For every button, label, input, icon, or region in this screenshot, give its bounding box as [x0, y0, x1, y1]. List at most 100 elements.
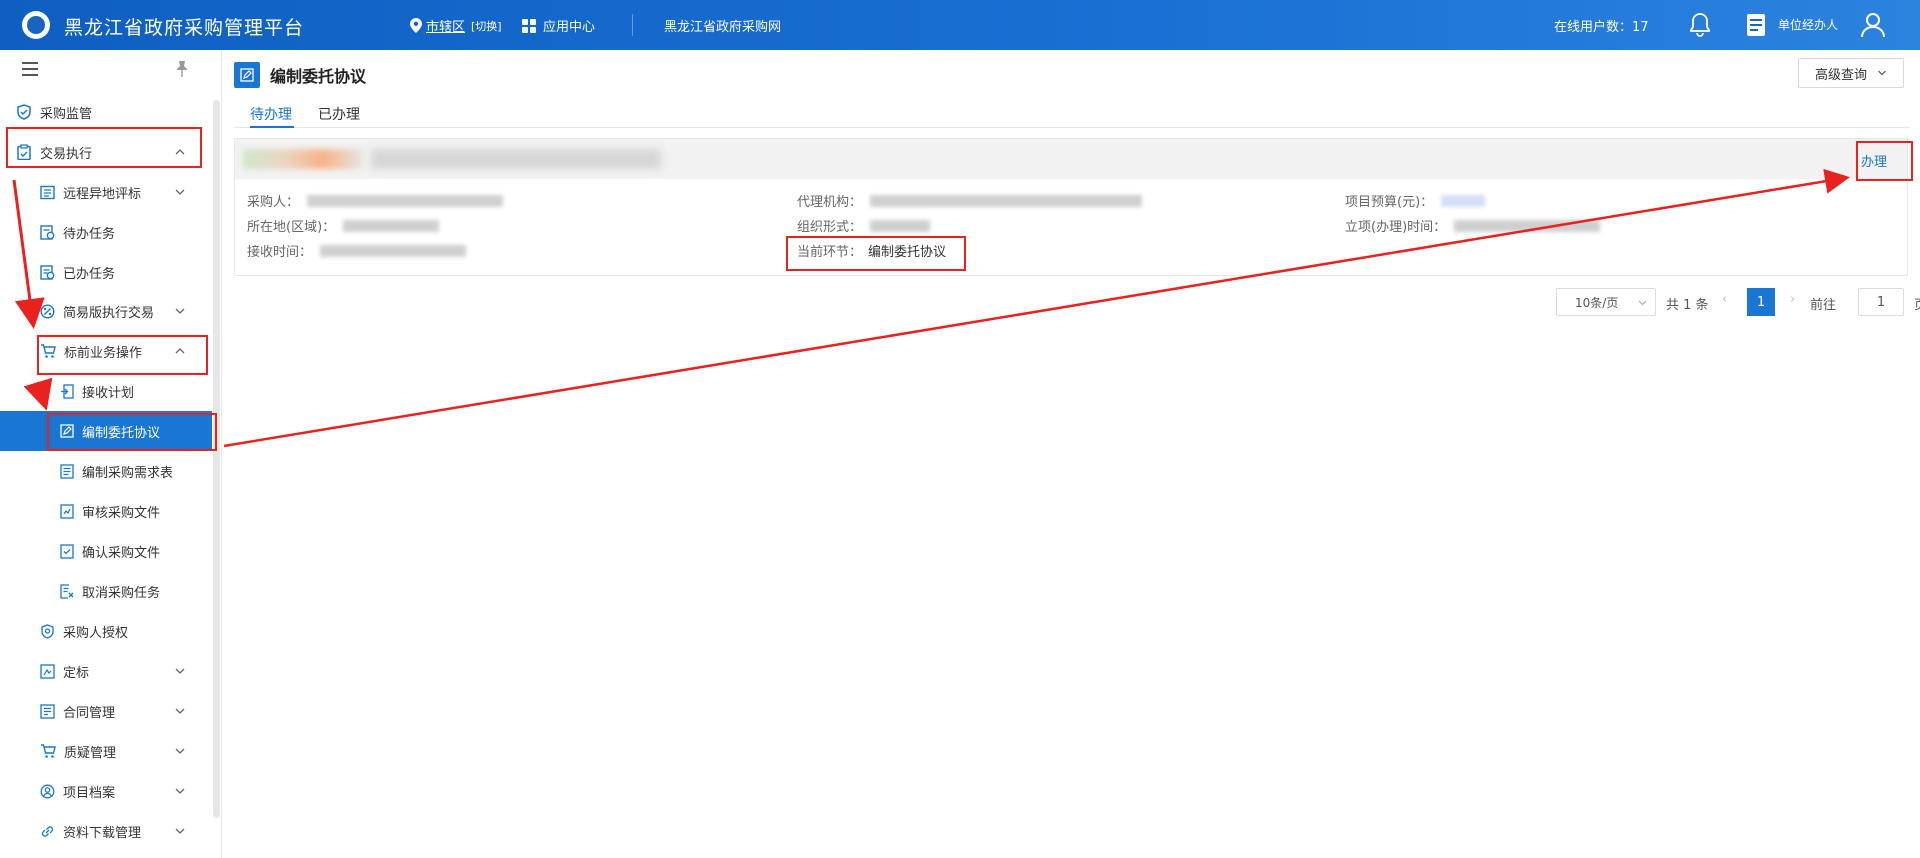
region-selector[interactable]: 市辖区 [切换] [410, 16, 502, 35]
sidebar-item-label: 远程异地评标 [63, 186, 142, 202]
redacted-value [320, 244, 467, 257]
page-number-button[interactable]: 1 [1747, 288, 1775, 316]
page-size-value: 10条/页 [1575, 295, 1619, 310]
sidebar-item-audit-files[interactable]: 审核采购文件 [0, 491, 212, 531]
menu-toggle-icon[interactable] [22, 62, 38, 76]
sidebar-item-label: 取消采购任务 [82, 585, 161, 601]
sidebar-item-label: 已办任务 [63, 266, 116, 282]
prev-page-button[interactable]: ‹ [1722, 292, 1727, 307]
total-count: 共 1 条 [1666, 298, 1709, 313]
page-unit-label: 页 [1914, 294, 1920, 313]
unit-manager-label[interactable]: 单位经办人 [1778, 16, 1838, 33]
todo-icon [40, 224, 55, 240]
list-icon [40, 185, 55, 199]
sidebar-item-label: 待办任务 [63, 226, 116, 242]
location-label: 所在地(区域)： [247, 220, 336, 235]
pin-icon[interactable] [174, 60, 190, 78]
procurement-net-link[interactable]: 黑龙江省政府采购网 [664, 16, 781, 35]
sidebar-item-done-tasks[interactable]: 已办任务 [0, 252, 212, 292]
project-time-field: 立项(办理)时间： [1345, 216, 1601, 235]
sidebar-item-label: 审核采购文件 [82, 505, 161, 521]
sidebar-item-purchaser-auth[interactable]: 采购人授权 [0, 611, 212, 651]
tab-processed[interactable]: 已办理 [318, 104, 360, 124]
current-step-field: 当前环节： 编制委托协议 [797, 241, 946, 260]
chevron-down-icon [1638, 300, 1647, 306]
chevron-down-icon [175, 189, 185, 195]
chevron-up-icon [175, 149, 185, 155]
chevron-down-icon [175, 788, 185, 794]
user-icon[interactable] [1860, 12, 1886, 38]
form-icon [60, 463, 74, 479]
next-page-button[interactable]: › [1790, 292, 1795, 307]
region-switch-link[interactable]: [切换] [471, 18, 502, 34]
app-title: 黑龙江省政府采购管理平台 [64, 17, 305, 39]
annotation-arrows [12, 168, 1850, 448]
sidebar-item-label: 合同管理 [63, 705, 116, 721]
advanced-search-button[interactable]: 高级查询 [1798, 58, 1904, 88]
location-pin-icon [410, 18, 422, 33]
budget-field: 项目预算(元)： [1345, 191, 1486, 210]
sidebar-item-purchase-supervision[interactable]: 采购监管 [0, 92, 212, 132]
chevron-down-icon [175, 668, 185, 674]
sidebar-item-label: 交易执行 [40, 146, 93, 162]
page-header: 编制委托协议 [234, 60, 366, 90]
sidebar-item-label: 编制采购需求表 [82, 465, 174, 481]
sidebar-item-download-management[interactable]: 资料下载管理 [0, 811, 212, 851]
sidebar-item-receive-plan[interactable]: 接收计划 [0, 371, 212, 411]
sidebar-item-label: 采购人授权 [63, 625, 129, 641]
redacted-project-name [243, 149, 363, 169]
sidebar-item-award[interactable]: 定标 [0, 651, 212, 691]
percent-icon [40, 303, 55, 319]
shield-icon [17, 104, 31, 120]
edit-icon [234, 62, 260, 88]
redacted-value [870, 194, 1143, 207]
purchaser-field: 采购人： [247, 191, 504, 210]
cart-icon [41, 343, 56, 358]
sidebar-item-label: 确认采购文件 [82, 545, 161, 561]
sidebar-item-draft-agreement[interactable]: 编制委托协议 [0, 411, 212, 451]
sidebar-item-query-management[interactable]: 质疑管理 [0, 731, 212, 771]
purchaser-label: 采购人： [247, 195, 300, 210]
sidebar-item-transaction-execution[interactable]: 交易执行 [0, 132, 212, 172]
active-tab-indicator [250, 126, 294, 128]
page-title: 编制委托协议 [270, 67, 367, 86]
page-size-select[interactable]: 10条/页 [1556, 288, 1656, 316]
sidebar-item-contract[interactable]: 合同管理 [0, 691, 212, 731]
sidebar-item-label: 采购监管 [40, 106, 93, 122]
sidebar-scrollbar[interactable] [213, 100, 220, 818]
chevron-down-icon [175, 708, 185, 714]
pagination: 10条/页 共 1 条 ‹ 1 › 前往 1 页 [234, 288, 1920, 318]
chevron-down-icon [175, 828, 185, 834]
chevron-down-icon [175, 308, 185, 314]
sidebar-item-remote-evaluation[interactable]: 远程异地评标 [0, 172, 212, 212]
region-name[interactable]: 市辖区 [426, 16, 465, 35]
top-navbar: 黑龙江省政府采购管理平台 市辖区 [切换] 应用中心 黑龙江省政府采购网 在线用… [0, 0, 1920, 50]
sidebar-item-todo-tasks[interactable]: 待办任务 [0, 212, 212, 252]
redacted-value [307, 194, 504, 207]
task-record-card: 办理 采购人： 代理机构： 项目预算(元)： 所在地(区域)： 组织形式： 立项… [234, 138, 1908, 276]
handle-button[interactable]: 办理 [1861, 151, 1887, 170]
bell-icon[interactable] [1688, 12, 1712, 38]
user-circle-icon [40, 784, 55, 798]
sidebar-item-project-archive[interactable]: 项目档案 [0, 771, 212, 811]
current-step-value: 编制委托协议 [868, 245, 947, 260]
sidebar-item-cancel-task[interactable]: 取消采购任务 [0, 571, 212, 611]
sidebar-item-confirm-files[interactable]: 确认采购文件 [0, 531, 212, 571]
chevron-up-icon [175, 348, 185, 354]
goto-page-input[interactable]: 1 [1858, 288, 1904, 316]
app-center-link[interactable]: 应用中心 [522, 16, 595, 35]
sidebar-item-simple-execution[interactable]: 简易版执行交易 [0, 291, 212, 331]
agency-label: 代理机构： [797, 195, 863, 210]
tab-pending[interactable]: 待办理 [250, 104, 292, 124]
status-tabs: 待办理 已办理 [234, 98, 1910, 128]
chevron-down-icon [1878, 70, 1886, 76]
goto-label: 前往 [1810, 298, 1837, 313]
sidebar-item-label: 定标 [63, 665, 90, 681]
record-header: 办理 [235, 139, 1907, 179]
current-step-label: 当前环节： [797, 245, 863, 260]
sidebar-item-pre-bid-operations[interactable]: 标前业务操作 [0, 331, 212, 371]
platform-logo-icon [22, 11, 50, 39]
sidebar-toolbar [0, 50, 221, 88]
sidebar-item-draft-requirements[interactable]: 编制采购需求表 [0, 451, 212, 491]
auth-icon [41, 623, 54, 639]
